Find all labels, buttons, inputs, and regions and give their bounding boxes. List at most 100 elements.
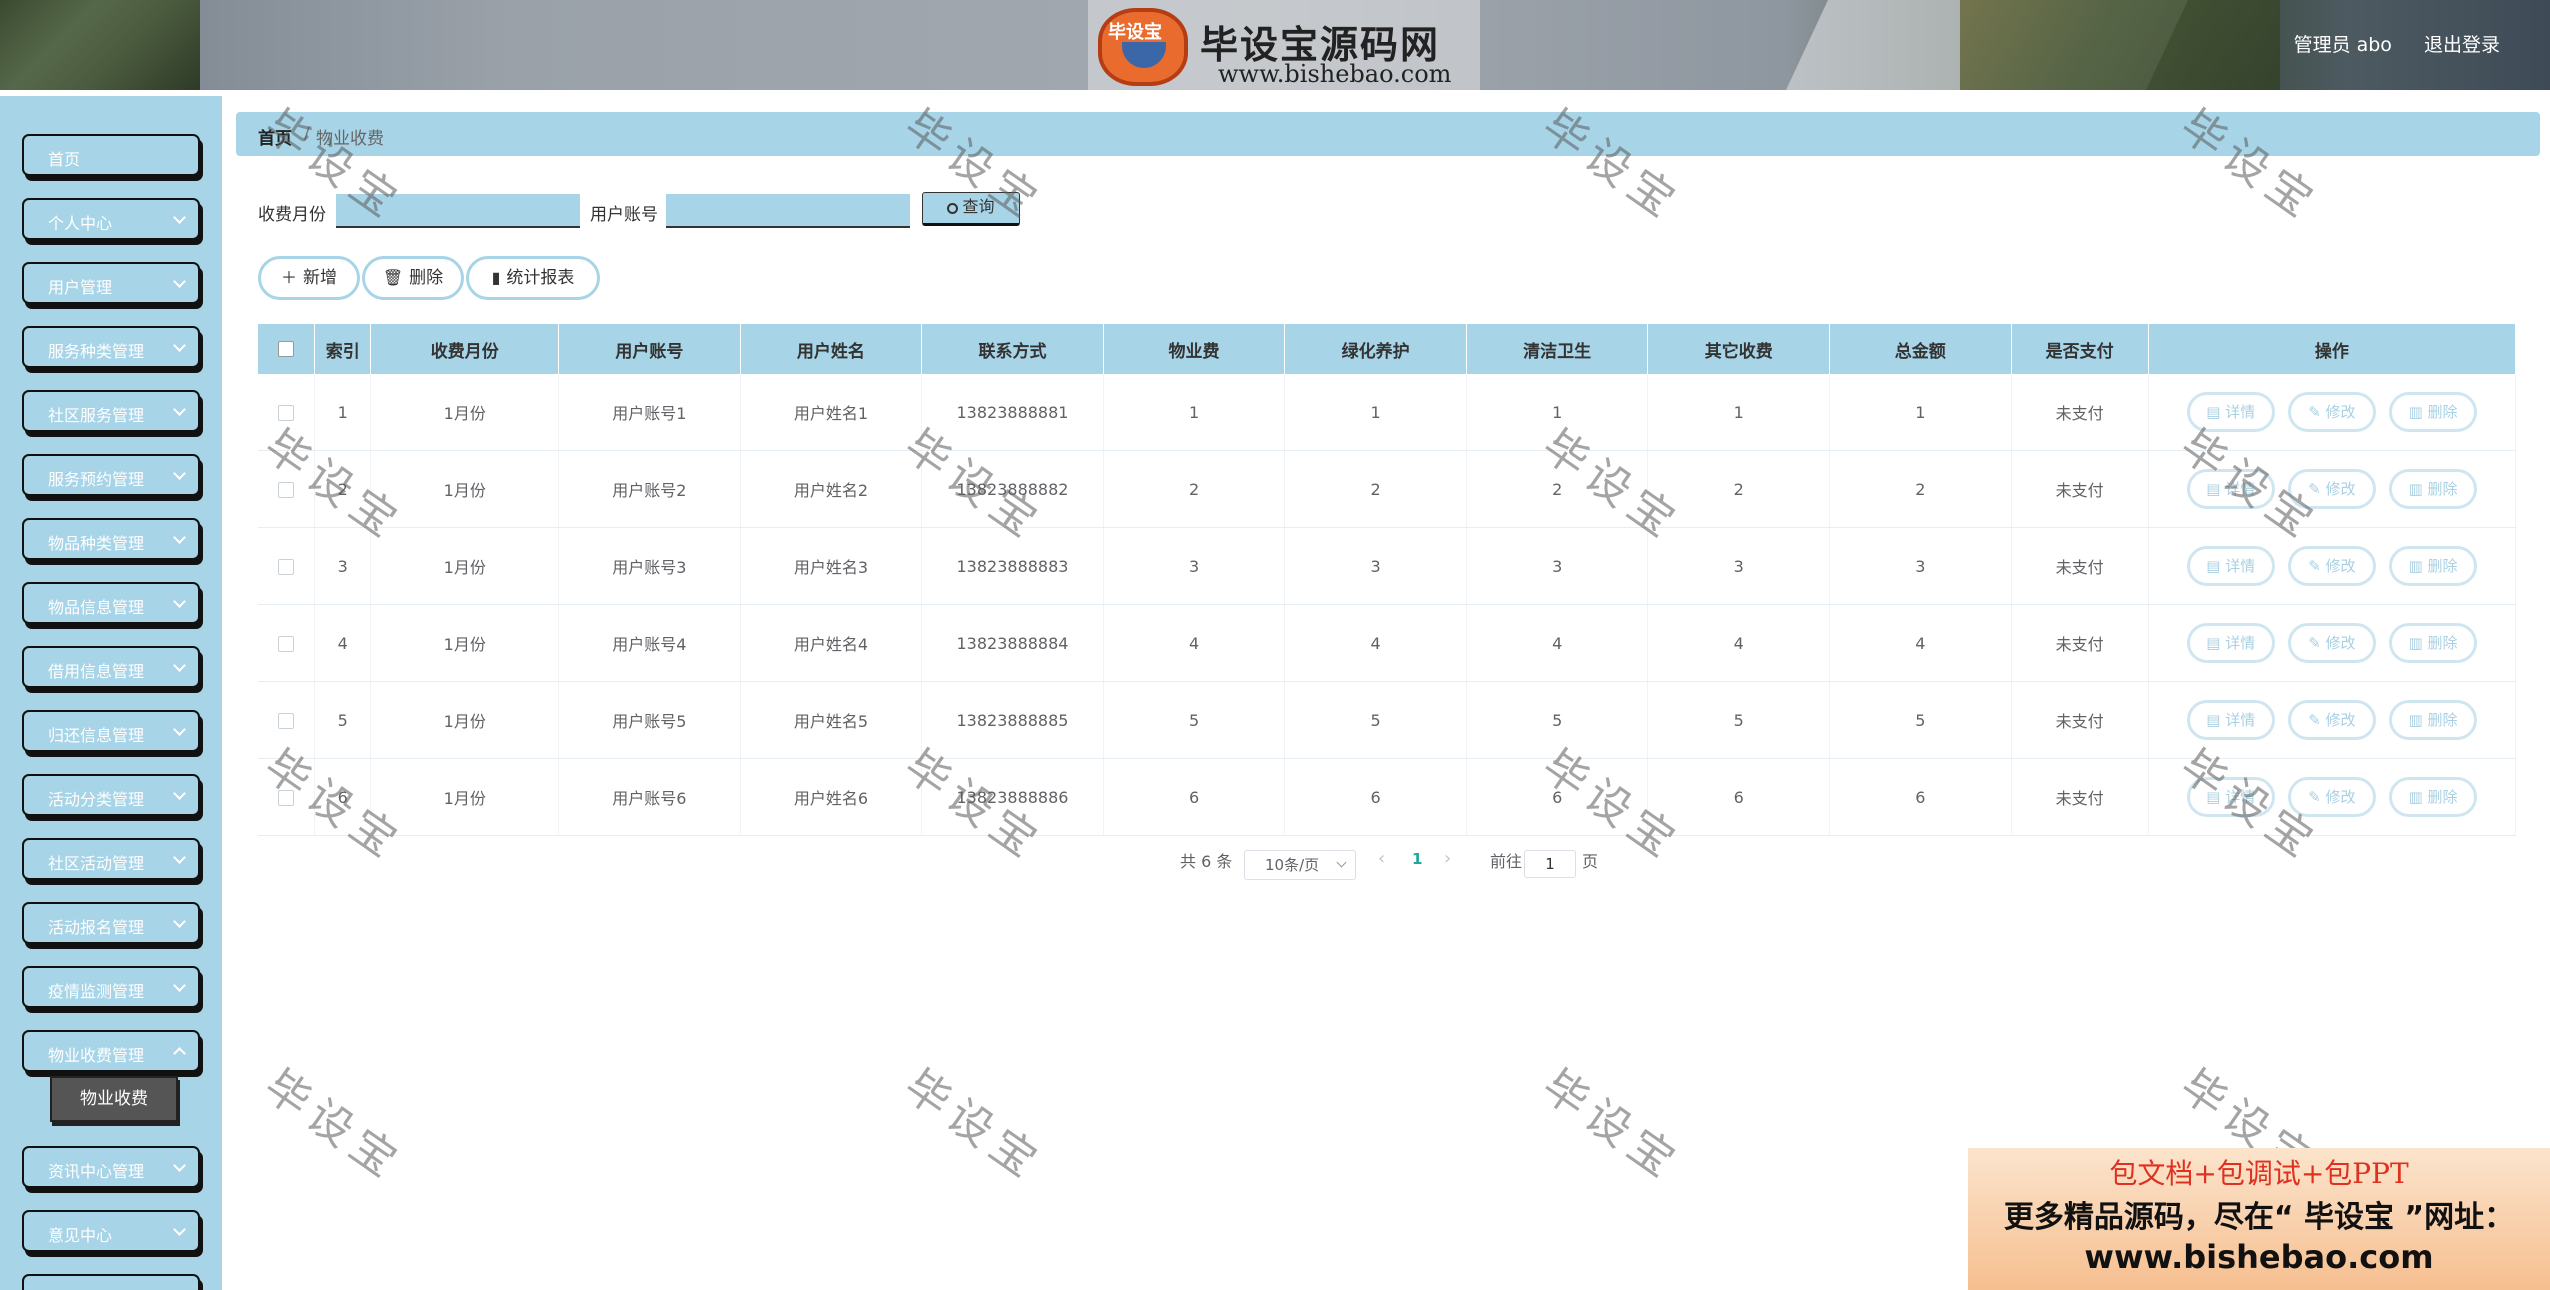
sidebar-top-strip [0,90,222,96]
column-header: 用户姓名 [740,324,923,374]
delete-button[interactable]: ▥ 删除 [2388,700,2477,740]
sidebar: 首页 个人中心 用户管理 服务种类管理 社区服务管理 服务预约管理 物品种类管理… [0,90,222,1290]
document-icon: ▤ [2206,557,2226,575]
cell-property-fee: 2 [1103,450,1286,528]
trash-icon: ▥ [2408,788,2428,806]
sidebar-item-user-management[interactable]: 用户管理 [22,262,200,304]
pencil-icon: ✎ [2308,557,2326,575]
sidebar-item-label: 用户管理 [48,278,113,297]
detail-button[interactable]: ▤ 详情 [2186,777,2275,817]
row-checkbox[interactable] [277,559,294,575]
sidebar-item-service-booking[interactable]: 服务预约管理 [22,454,200,496]
sidebar-item-activity-category[interactable]: 活动分类管理 [22,774,200,816]
row-select-cell [258,758,315,836]
logo-cup-shape [1122,42,1166,68]
delete-button[interactable]: ▥ 删除 [2388,546,2477,586]
sidebar-item-activity-signup[interactable]: 活动报名管理 [22,902,200,944]
prev-page-icon[interactable]: ‹ [1378,848,1385,869]
select-all-checkbox[interactable] [277,341,294,357]
detail-button[interactable]: ▤ 详情 [2186,392,2275,432]
current-user[interactable]: 管理员 abo [2294,34,2392,56]
sidebar-item-home[interactable]: 首页 [22,134,200,176]
sidebar-item-community-service[interactable]: 社区服务管理 [22,390,200,432]
cell-account: 用户账号1 [558,374,741,451]
row-checkbox[interactable] [277,405,294,421]
delete-button[interactable]: ▥ 删除 [2388,469,2477,509]
delete-button[interactable]: ▥ 删除 [2388,623,2477,663]
query-button[interactable]: 查询 [922,192,1020,226]
month-search-input[interactable] [336,194,580,228]
document-icon: ▤ [2206,711,2226,729]
sidebar-item-personal-center[interactable]: 个人中心 [22,198,200,240]
cell-index: 6 [314,758,372,836]
cell-cleaning: 6 [1466,758,1649,836]
logout-link[interactable]: 退出登录 [2424,34,2500,56]
row-checkbox[interactable] [277,482,294,498]
edit-button[interactable]: ✎ 修改 [2287,546,2376,586]
cell-actions: ▤ 详情 ✎ 修改 ▥ 删除 [2148,681,2517,759]
sidebar-item-label: 活动报名管理 [48,918,145,937]
next-page-icon[interactable]: › [1444,848,1451,869]
edit-button[interactable]: ✎ 修改 [2287,469,2376,509]
watermark: 毕设宝 [1532,1060,1690,1192]
trash-icon: ▥ [2408,711,2428,729]
sidebar-subitem-property-fee[interactable]: 物业收费 [50,1076,178,1122]
row-checkbox[interactable] [277,636,294,652]
sidebar-item-feedback-center[interactable]: 意见中心 [22,1210,200,1252]
document-icon: ▤ [2206,634,2226,652]
row-checkbox[interactable] [277,713,294,729]
cell-name: 用户姓名3 [740,527,923,605]
report-button[interactable]: ▮ 统计报表 [466,256,600,300]
detail-button[interactable]: ▤ 详情 [2186,546,2275,586]
sidebar-item-property-fee[interactable]: 物业收费管理 [22,1030,200,1072]
site-logo: 毕设宝 毕设宝源码网 www.bishebao.com [1088,0,1480,90]
cell-paid: 未支付 [2011,374,2149,451]
column-header: 清洁卫生 [1466,324,1649,374]
detail-button[interactable]: ▤ 详情 [2186,700,2275,740]
chevron-down-icon [173,339,186,352]
edit-button[interactable]: ✎ 修改 [2287,777,2376,817]
sidebar-item-label: 物品信息管理 [48,598,145,617]
goto-page-input[interactable]: 1 [1524,850,1576,878]
sidebar-item-item-info[interactable]: 物品信息管理 [22,582,200,624]
sidebar-item-epidemic-monitoring[interactable]: 疫情监测管理 [22,966,200,1008]
breadcrumb-current: 物业收费 [316,129,384,149]
bar-chart-icon: ▮ [491,268,501,287]
sidebar-item-more[interactable] [22,1274,200,1290]
column-header: 物业费 [1103,324,1286,374]
detail-button[interactable]: ▤ 详情 [2186,469,2275,509]
add-button[interactable]: ＋ 新增 [258,256,360,300]
account-search-input[interactable] [666,194,910,228]
cell-other: 6 [1647,758,1831,836]
delete-button[interactable]: ▥ 删除 [2388,392,2477,432]
plus-icon: ＋ [280,268,297,287]
sidebar-item-label: 活动分类管理 [48,790,145,809]
batch-delete-button[interactable]: 🗑 删除 [362,256,464,300]
sidebar-item-label: 服务预约管理 [48,470,145,489]
sidebar-item-borrow-info[interactable]: 借用信息管理 [22,646,200,688]
detail-button[interactable]: ▤ 详情 [2186,623,2275,663]
table-row: 4 1月份 用户账号4 用户姓名4 13823888884 4 4 4 4 4 … [258,604,2517,682]
cell-index: 1 [314,374,372,451]
sidebar-item-community-activity[interactable]: 社区活动管理 [22,838,200,880]
sidebar-item-return-info[interactable]: 归还信息管理 [22,710,200,752]
sidebar-item-item-type[interactable]: 物品种类管理 [22,518,200,560]
column-header: 其它收费 [1647,324,1831,374]
cell-phone: 13823888883 [921,527,1104,605]
edit-button[interactable]: ✎ 修改 [2287,623,2376,663]
delete-button[interactable]: ▥ 删除 [2388,777,2477,817]
page-number-current[interactable]: 1 [1412,850,1422,868]
chevron-down-icon [173,659,186,672]
fee-table: 索引 收费月份 用户账号 用户姓名 联系方式 物业费 绿化养护 清洁卫生 其它收… [258,324,2517,836]
sidebar-item-service-type[interactable]: 服务种类管理 [22,326,200,368]
breadcrumb-home[interactable]: 首页 [258,124,292,149]
cell-index: 4 [314,604,372,682]
cell-greening: 6 [1284,758,1467,836]
cell-month: 1月份 [370,374,560,451]
sidebar-item-news-center[interactable]: 资讯中心管理 [22,1146,200,1188]
edit-button[interactable]: ✎ 修改 [2287,392,2376,432]
cell-greening: 2 [1284,450,1467,528]
row-checkbox[interactable] [277,790,294,806]
edit-button[interactable]: ✎ 修改 [2287,700,2376,740]
page-size-select[interactable]: 10条/页 [1244,850,1356,880]
